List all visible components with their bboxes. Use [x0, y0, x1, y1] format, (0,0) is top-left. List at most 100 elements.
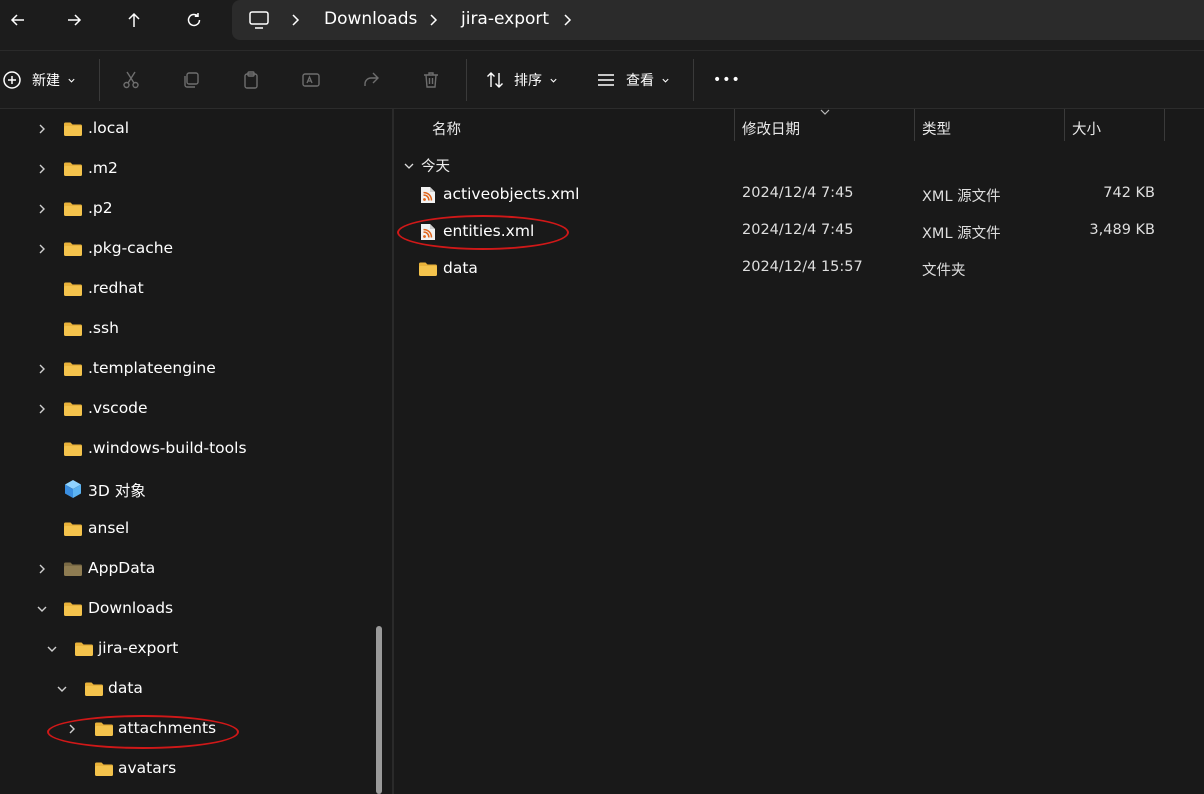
- arrow-left-icon: [10, 14, 24, 26]
- chevron-right-icon[interactable]: [35, 122, 49, 136]
- this-pc-icon[interactable]: [248, 10, 270, 30]
- folder-icon: [64, 562, 82, 576]
- column-header-name[interactable]: 名称: [432, 118, 461, 139]
- column-divider[interactable]: [914, 109, 915, 141]
- folder-icon: [64, 602, 82, 616]
- folder-icon: [64, 282, 82, 296]
- sort-button[interactable]: 排序: [485, 65, 558, 95]
- share-button[interactable]: [361, 65, 381, 95]
- folder-icon: [64, 202, 82, 216]
- forward-button[interactable]: [56, 4, 92, 36]
- view-label: 查看: [626, 73, 654, 89]
- delete-button[interactable]: [421, 65, 441, 95]
- chevron-down-icon[interactable]: [35, 602, 49, 616]
- new-button[interactable]: 新建: [2, 65, 76, 95]
- nav-tree-item-label: data: [108, 679, 143, 697]
- nav-tree-item-label: .ssh: [88, 319, 119, 337]
- column-divider[interactable]: [1164, 109, 1165, 141]
- chevron-down-icon: [404, 163, 414, 169]
- folder-icon: [85, 682, 103, 696]
- copy-button[interactable]: [181, 65, 201, 95]
- chevron-right-icon[interactable]: [562, 10, 574, 30]
- toolbar-divider: [466, 59, 467, 101]
- folder-icon: [64, 242, 82, 256]
- nav-tree-item-label: .m2: [88, 159, 118, 177]
- nav-tree-item-label: avatars: [118, 759, 177, 777]
- arrow-right-icon: [68, 14, 82, 26]
- chevron-down-icon[interactable]: [55, 682, 69, 696]
- rename-icon: [302, 73, 320, 87]
- toolbar-divider: [99, 59, 100, 101]
- view-button[interactable]: 查看: [596, 65, 670, 95]
- rss-file-icon: [421, 224, 435, 240]
- sort-icon: [487, 72, 503, 88]
- cut-button[interactable]: [121, 65, 141, 95]
- more-options-button[interactable]: •••: [713, 65, 741, 95]
- toolbar-divider: [693, 59, 694, 101]
- chevron-right-icon[interactable]: [35, 562, 49, 576]
- chevron-right-icon[interactable]: [428, 10, 440, 30]
- column-divider[interactable]: [734, 109, 735, 141]
- column-header-type[interactable]: 类型: [922, 118, 951, 139]
- column-header-modified[interactable]: 修改日期: [742, 118, 800, 139]
- refresh-icon: [187, 13, 201, 27]
- folder-icon: [64, 402, 82, 416]
- file-type: 文件夹: [922, 263, 966, 279]
- chevron-down-icon: [662, 78, 669, 83]
- folder-icon: [95, 722, 113, 736]
- chevron-right-icon[interactable]: [290, 10, 302, 30]
- group-header-today[interactable]: 今天: [403, 155, 450, 176]
- sort-descending-icon: [820, 109, 830, 115]
- column-divider[interactable]: [1064, 109, 1065, 141]
- paste-button[interactable]: [241, 65, 261, 95]
- back-button[interactable]: [0, 4, 36, 36]
- sort-label: 排序: [514, 73, 542, 89]
- chevron-down-icon: [68, 78, 75, 83]
- breadcrumb-downloads[interactable]: Downloads: [324, 9, 417, 29]
- file-size: 742 KB: [1103, 185, 1155, 201]
- nav-tree-item-label: ansel: [88, 519, 130, 537]
- clipboard-icon: [244, 71, 258, 89]
- folder-icon: [64, 162, 82, 176]
- chevron-right-icon[interactable]: [35, 362, 49, 376]
- command-bar: 新建 排序 查看 •••: [0, 50, 1204, 109]
- nav-tree-item-label: .vscode: [88, 399, 148, 417]
- nav-tree-item-label: .templateengine: [88, 359, 216, 377]
- chevron-down-icon[interactable]: [45, 642, 59, 656]
- nav-tree-item-label: 3D 对象: [88, 482, 146, 500]
- file-type: XML 源文件: [922, 189, 1001, 205]
- chevron-right-icon[interactable]: [35, 162, 49, 176]
- chevron-right-icon[interactable]: [65, 722, 79, 736]
- chevron-down-icon: [550, 78, 557, 83]
- plus-circle-icon: [3, 71, 21, 89]
- pane-splitter[interactable]: [392, 109, 394, 794]
- file-type: XML 源文件: [922, 226, 1001, 242]
- nav-tree-item-label: attachments: [118, 719, 217, 737]
- rename-button[interactable]: [301, 65, 321, 95]
- folder-icon: [64, 322, 82, 336]
- cube-3d-icon: [65, 480, 81, 498]
- folder-icon: [95, 762, 113, 776]
- file-name: data: [443, 259, 478, 277]
- address-bar-row: Downloads jira-export: [0, 0, 1204, 50]
- refresh-button[interactable]: [176, 4, 212, 36]
- rss-file-icon: [421, 187, 435, 203]
- column-header-size[interactable]: 大小: [1072, 118, 1101, 139]
- file-name: entities.xml: [443, 222, 535, 240]
- file-size: 3,489 KB: [1089, 222, 1155, 238]
- chevron-right-icon[interactable]: [35, 242, 49, 256]
- breadcrumb-jira-export[interactable]: jira-export: [461, 9, 549, 29]
- trash-icon: [424, 72, 438, 88]
- file-name: activeobjects.xml: [443, 185, 580, 203]
- nav-tree-item-label: .redhat: [88, 279, 144, 297]
- file-modified-date: 2024/12/4 7:45: [742, 185, 854, 201]
- nav-scrollbar[interactable]: [376, 626, 382, 794]
- new-label: 新建: [32, 73, 60, 89]
- address-bar[interactable]: Downloads jira-export: [232, 0, 1204, 40]
- nav-tree-item-label: jira-export: [98, 639, 179, 657]
- group-label: 今天: [421, 159, 450, 175]
- chevron-right-icon[interactable]: [35, 202, 49, 216]
- up-button[interactable]: [116, 4, 152, 36]
- chevron-right-icon[interactable]: [35, 402, 49, 416]
- nav-tree-item-label: .p2: [88, 199, 113, 217]
